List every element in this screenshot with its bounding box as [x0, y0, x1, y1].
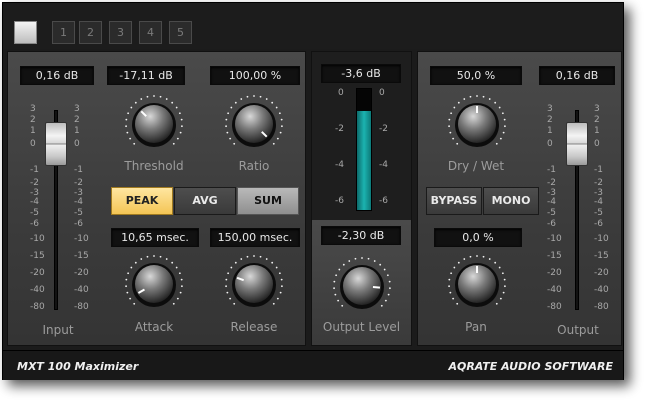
- threshold-label: Threshold: [124, 159, 184, 173]
- output-level-knob[interactable]: [330, 254, 394, 318]
- compressor-panel: 0,16 dB -17,11 dB 100,00 % 3 2 1 0 -1 -2…: [7, 51, 306, 346]
- peak-button[interactable]: PEAK: [111, 187, 173, 215]
- output-meter: [356, 88, 372, 211]
- threshold-knob[interactable]: [122, 92, 186, 156]
- release-knob[interactable]: [222, 252, 286, 316]
- output-label: Output: [557, 323, 599, 337]
- threshold-readout: -17,11 dB: [107, 66, 185, 85]
- company-name: AQRATE AUDIO SOFTWARE: [448, 360, 613, 373]
- drywet-readout: 50,0 %: [430, 66, 522, 85]
- drywet-label: Dry / Wet: [447, 159, 505, 173]
- input-fader-handle[interactable]: [45, 122, 67, 166]
- release-readout: 150,00 msec.: [210, 228, 300, 247]
- ratio-readout: 100,00 %: [210, 66, 300, 85]
- output-gain-readout: 0,16 dB: [539, 66, 615, 85]
- ratio-label: Ratio: [238, 159, 270, 173]
- preset-button-5[interactable]: 5: [169, 21, 192, 44]
- sum-button[interactable]: SUM: [237, 187, 299, 215]
- output-fader-handle[interactable]: [566, 122, 588, 166]
- avg-button[interactable]: AVG: [174, 187, 236, 215]
- input-label: Input: [42, 323, 74, 337]
- preset-bar: 1 2 3 4 5: [3, 3, 623, 49]
- footer-bar: MXT 100 Maximizer AQRATE AUDIO SOFTWARE: [3, 350, 623, 380]
- output-meter-panel: -3,6 dB 0 -2 -4 -6 0 -2 -4 -6 -2,30 dB O…: [311, 51, 412, 346]
- preset-button-2[interactable]: 2: [79, 21, 102, 44]
- output-meter-fill: [357, 110, 371, 210]
- attack-readout: 10,65 msec.: [111, 228, 199, 247]
- preset-button-1[interactable]: 1: [52, 21, 75, 44]
- preset-button-active[interactable]: [14, 21, 37, 44]
- ratio-knob[interactable]: [222, 92, 286, 156]
- output-level-readout: -2,30 dB: [321, 226, 401, 245]
- input-gain-readout: 0,16 dB: [20, 66, 94, 85]
- pan-knob[interactable]: [445, 252, 509, 316]
- mono-button[interactable]: MONO: [483, 187, 539, 215]
- bypass-button[interactable]: BYPASS: [426, 187, 482, 215]
- plugin-window: 1 2 3 4 5 0,16 dB -17,11 dB 100,00 % 3 2…: [2, 2, 624, 380]
- mix-panel: 50,0 % 0,16 dB Dry / Wet BYPASS MONO 0,0…: [417, 51, 622, 346]
- output-level-label: Output Level: [322, 320, 401, 334]
- release-label: Release: [230, 320, 278, 334]
- pan-label: Pan: [465, 320, 487, 334]
- pan-readout: 0,0 %: [434, 228, 522, 247]
- attack-knob[interactable]: [122, 252, 186, 316]
- preset-button-3[interactable]: 3: [109, 21, 132, 44]
- preset-button-4[interactable]: 4: [139, 21, 162, 44]
- attack-label: Attack: [134, 320, 174, 334]
- drywet-knob[interactable]: [445, 92, 509, 156]
- product-name: MXT 100 Maximizer: [17, 360, 139, 373]
- meter-readout: -3,6 dB: [321, 64, 401, 83]
